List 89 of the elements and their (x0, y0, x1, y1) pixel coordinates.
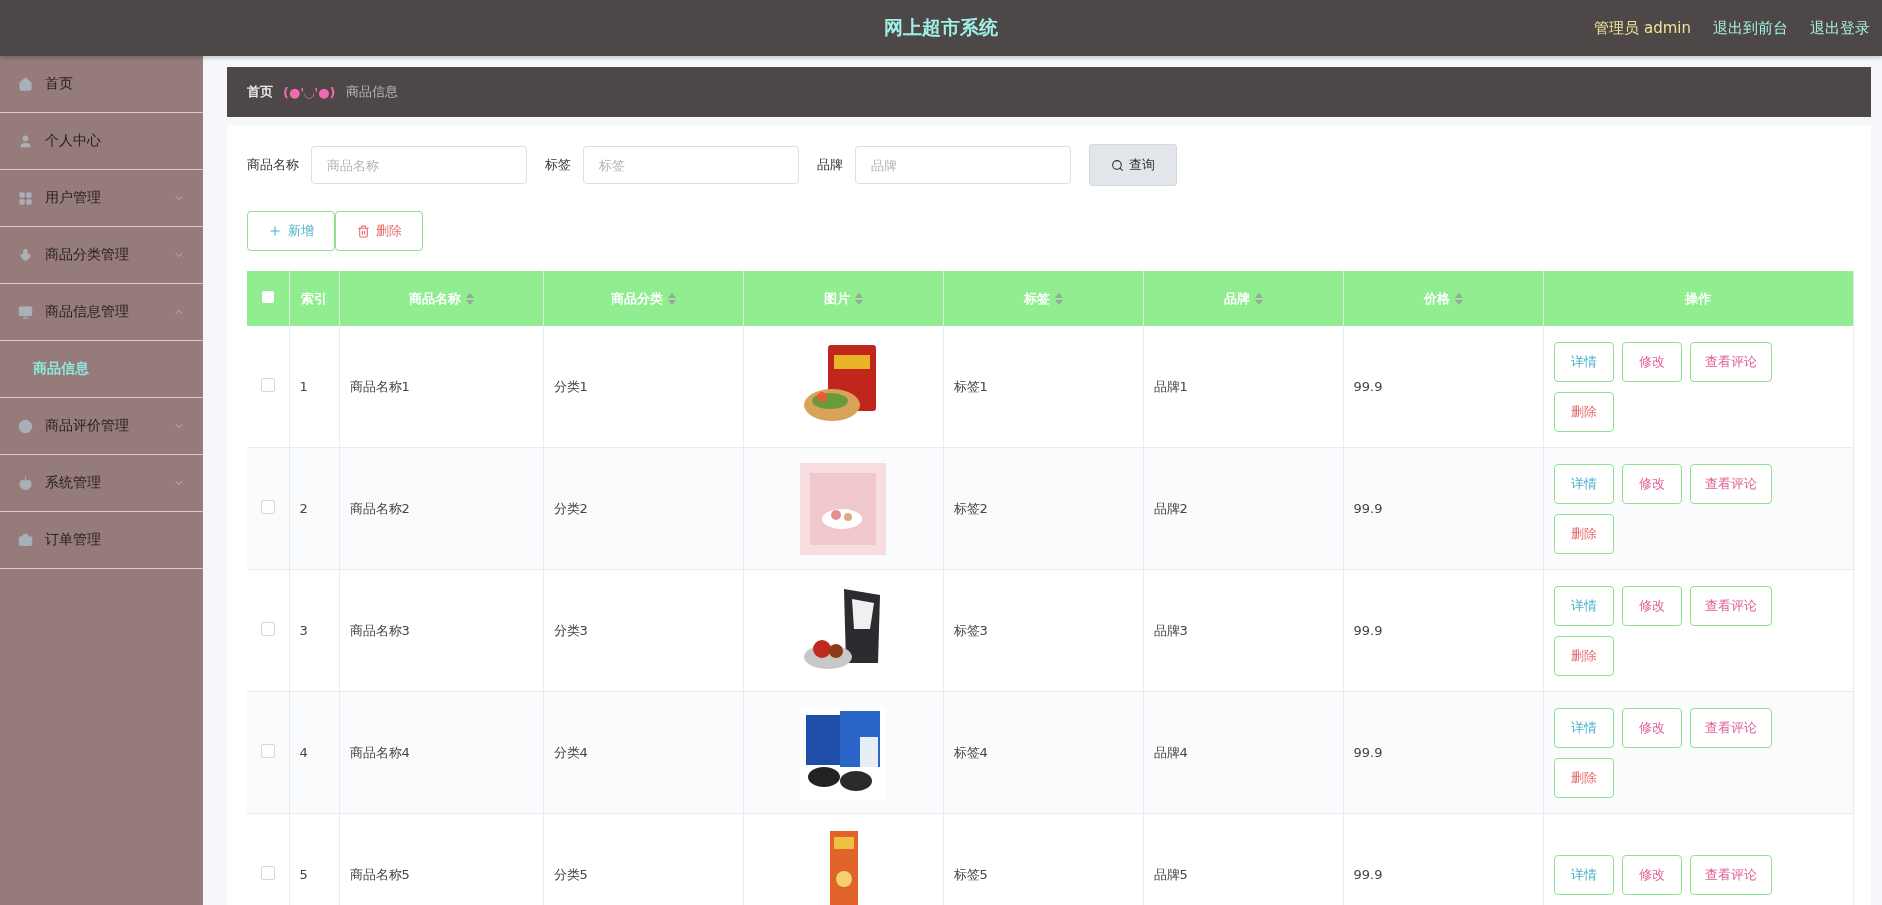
table-cell: 99.9 (1353, 745, 1383, 760)
table-cell: 品牌4 (1153, 744, 1188, 760)
column-label: 标签 (1023, 290, 1050, 306)
detail-button[interactable]: 详情 (1553, 707, 1614, 748)
table-cell: 商品名称2 (349, 500, 410, 516)
delete-button[interactable]: 删除 (335, 211, 423, 251)
trash-icon (356, 224, 370, 238)
row-checkbox[interactable] (260, 378, 275, 392)
column-label: 图片 (823, 290, 850, 306)
header-link[interactable]: 退出到前台 (1713, 18, 1788, 38)
sort-icon[interactable] (667, 293, 676, 305)
delete-button[interactable]: 删除 (1553, 757, 1614, 798)
table-cell: 标签1 (953, 378, 988, 394)
sort-icon[interactable] (1054, 293, 1063, 305)
table-cell: 99.9 (1353, 501, 1383, 516)
table-cell: 3 (299, 623, 308, 638)
select-all-checkbox[interactable] (261, 291, 274, 303)
search-field[interactable]: 品牌 (855, 146, 1071, 184)
comments-button[interactable]: 查看评论 (1689, 707, 1772, 748)
table-cell: 标签2 (953, 500, 988, 516)
sort-icon[interactable] (1454, 293, 1463, 305)
row-checkbox[interactable] (260, 500, 275, 514)
table-cell: 商品名称5 (349, 866, 410, 882)
row-checkbox[interactable] (260, 744, 275, 758)
table-cell: 品牌5 (1153, 866, 1188, 882)
field-label: 商品名称 (247, 156, 299, 174)
table-cell: 99.9 (1353, 867, 1383, 882)
app-title: 网上超市系统 (884, 15, 998, 40)
breadcrumb-home[interactable]: 首页 (247, 83, 273, 101)
column-label: 价格 (1423, 290, 1450, 306)
comments-button[interactable]: 查看评论 (1689, 854, 1772, 895)
column-label: 品牌 (1223, 290, 1250, 306)
sidebar-subitem[interactable]: 商品信息 (0, 341, 203, 397)
table-cell: 分类3 (553, 622, 588, 638)
header-link[interactable]: 退出登录 (1810, 18, 1870, 38)
column-label: 索引 (301, 290, 327, 306)
breadcrumb-current: 商品信息 (345, 83, 398, 101)
comments-button[interactable]: 查看评论 (1689, 463, 1772, 504)
sort-icon[interactable] (854, 293, 863, 305)
delete-button[interactable]: 删除 (1553, 513, 1614, 554)
table-cell: 分类5 (553, 866, 588, 882)
detail-button[interactable]: 详情 (1553, 463, 1614, 504)
table-cell: 商品名称4 (349, 744, 410, 760)
table-cell: 商品名称3 (349, 622, 410, 638)
table-cell: 品牌1 (1153, 378, 1188, 394)
table-cell: 分类2 (553, 500, 588, 516)
detail-button[interactable]: 详情 (1553, 585, 1614, 626)
column-label: 操作 (1685, 290, 1711, 306)
search-icon (1111, 158, 1124, 172)
add-button[interactable]: 新增 (247, 211, 335, 251)
edit-button[interactable]: 修改 (1621, 707, 1682, 748)
plus-icon (268, 224, 282, 238)
edit-button[interactable]: 修改 (1621, 585, 1682, 626)
table-cell: 1 (299, 379, 308, 394)
table-cell: 99.9 (1353, 623, 1383, 638)
table-cell: 品牌3 (1153, 622, 1188, 638)
edit-button[interactable]: 修改 (1621, 854, 1682, 895)
comments-button[interactable]: 查看评论 (1689, 585, 1772, 626)
sort-icon[interactable] (465, 293, 474, 305)
table-cell: 99.9 (1353, 379, 1383, 394)
search-button[interactable]: 查询 (1089, 144, 1177, 186)
breadcrumb-separator: (●'◡'●) (283, 84, 336, 100)
delete-button[interactable]: 删除 (1553, 391, 1614, 432)
table-cell: 标签3 (953, 622, 988, 638)
edit-button[interactable]: 修改 (1621, 341, 1682, 382)
table-cell: 商品名称1 (349, 378, 410, 394)
detail-button[interactable]: 详情 (1553, 341, 1614, 382)
row-checkbox[interactable] (260, 622, 275, 636)
field-label: 标签 (545, 156, 571, 174)
search-field[interactable]: 标签 (583, 146, 799, 184)
sort-icon[interactable] (1254, 293, 1263, 305)
user-label: 管理员 admin (1594, 18, 1691, 38)
table-cell: 4 (299, 745, 308, 760)
table-cell: 分类1 (553, 378, 588, 394)
row-checkbox[interactable] (260, 866, 275, 880)
delete-button[interactable]: 删除 (1553, 635, 1614, 676)
table-cell: 标签4 (953, 744, 988, 760)
column-label: 商品名称 (408, 290, 461, 306)
edit-button[interactable]: 修改 (1621, 463, 1682, 504)
column-label: 商品分类 (610, 290, 663, 306)
search-field[interactable]: 商品名称 (311, 146, 527, 184)
table-cell: 品牌2 (1153, 500, 1188, 516)
field-label: 品牌 (817, 156, 843, 174)
detail-button[interactable]: 详情 (1553, 854, 1614, 895)
table-cell: 5 (299, 867, 308, 882)
table-cell: 2 (299, 501, 308, 516)
table-cell: 分类4 (553, 744, 588, 760)
table-cell: 标签5 (953, 866, 988, 882)
comments-button[interactable]: 查看评论 (1689, 341, 1772, 382)
